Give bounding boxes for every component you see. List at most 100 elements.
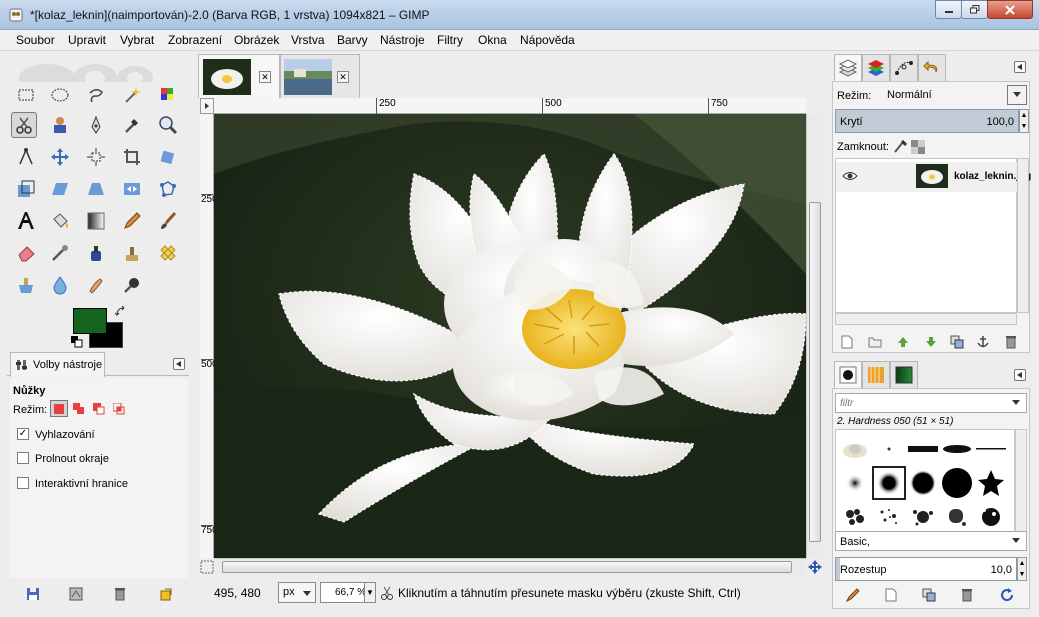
fuzzy-select-tool[interactable] bbox=[119, 82, 145, 108]
tab-gradients[interactable] bbox=[890, 361, 918, 388]
paintbrush-tool[interactable] bbox=[155, 208, 181, 234]
measure-tool[interactable] bbox=[13, 144, 39, 170]
tool-options-menu-button[interactable] bbox=[173, 358, 185, 370]
color-select-tool[interactable] bbox=[155, 82, 181, 108]
quick-mask-icon[interactable] bbox=[200, 560, 214, 574]
anchor-layer-button[interactable] bbox=[975, 334, 991, 350]
image-tab-second[interactable]: ✕ bbox=[280, 54, 360, 98]
menu-okna[interactable]: Okna bbox=[478, 33, 507, 47]
canvas-horizontal-scrollbar[interactable] bbox=[214, 558, 806, 575]
menu-napoveda[interactable]: Nápověda bbox=[520, 33, 575, 47]
menu-vrstva[interactable]: Vrstva bbox=[291, 33, 325, 47]
tab-paths[interactable] bbox=[890, 54, 918, 81]
save-options-button[interactable] bbox=[24, 586, 42, 602]
navigate-button[interactable] bbox=[806, 558, 824, 576]
feather-edges-checkbox[interactable] bbox=[17, 452, 29, 464]
brushes-dock-menu-button[interactable] bbox=[1014, 369, 1026, 381]
mode-subtract-button[interactable] bbox=[90, 400, 108, 417]
menu-barvy[interactable]: Barvy bbox=[337, 33, 368, 47]
scissors-tool[interactable] bbox=[11, 112, 37, 138]
crop-tool[interactable] bbox=[119, 144, 145, 170]
brush-item[interactable] bbox=[838, 432, 872, 466]
blur-tool[interactable] bbox=[47, 272, 73, 298]
spacing-slider[interactable]: Rozestup 10,0 bbox=[835, 557, 1017, 581]
rotate-tool[interactable] bbox=[155, 144, 181, 170]
menu-vybrat[interactable]: Vybrat bbox=[120, 33, 154, 47]
menu-upravit[interactable]: Upravit bbox=[68, 33, 106, 47]
image-tab-kolaz[interactable]: ✕ bbox=[198, 54, 280, 98]
raise-layer-button[interactable] bbox=[895, 334, 911, 350]
close-tab-button[interactable]: ✕ bbox=[259, 71, 271, 83]
brushes-vertical-scrollbar[interactable] bbox=[1015, 429, 1027, 533]
tab-patterns[interactable] bbox=[862, 361, 890, 388]
delete-layer-button[interactable] bbox=[1003, 334, 1019, 350]
opacity-slider[interactable]: Krytí 100,0 bbox=[835, 109, 1019, 133]
move-tool[interactable] bbox=[47, 144, 73, 170]
mode-intersect-button[interactable] bbox=[110, 400, 128, 417]
brush-item[interactable] bbox=[906, 432, 940, 466]
ink-tool[interactable] bbox=[83, 240, 109, 266]
duplicate-layer-button[interactable] bbox=[949, 334, 965, 350]
reset-options-button[interactable] bbox=[157, 586, 175, 602]
horizontal-ruler[interactable]: 250 500 750 bbox=[214, 98, 806, 114]
brush-grid[interactable] bbox=[835, 429, 1015, 533]
menu-obrazek[interactable]: Obrázek bbox=[234, 33, 279, 47]
brush-item[interactable] bbox=[906, 500, 940, 534]
layer-row[interactable]: kolaz_leknin.jpg bbox=[836, 162, 1031, 192]
blend-tool[interactable] bbox=[83, 208, 109, 234]
brush-item[interactable] bbox=[940, 466, 974, 500]
antialiasing-checkbox[interactable]: ✓ bbox=[17, 428, 29, 440]
brush-item[interactable] bbox=[974, 466, 1008, 500]
minimize-button[interactable] bbox=[935, 0, 962, 19]
brush-item[interactable] bbox=[838, 500, 872, 534]
eraser-tool[interactable] bbox=[13, 240, 39, 266]
tab-channels[interactable] bbox=[862, 54, 890, 81]
interactive-boundary-checkbox[interactable] bbox=[17, 477, 29, 489]
zoom-dropdown-button[interactable]: ▼ bbox=[364, 582, 376, 603]
brush-item[interactable] bbox=[872, 500, 906, 534]
edit-brush-button[interactable] bbox=[845, 587, 861, 603]
brush-filter-input[interactable]: filtr bbox=[835, 393, 1027, 413]
brush-item[interactable] bbox=[974, 432, 1008, 466]
brush-item[interactable] bbox=[940, 500, 974, 534]
scale-tool[interactable] bbox=[13, 176, 39, 202]
layers-vertical-scrollbar[interactable] bbox=[1017, 158, 1029, 313]
lower-layer-button[interactable] bbox=[923, 334, 939, 350]
ellipse-select-tool[interactable] bbox=[47, 82, 73, 108]
brush-item-selected[interactable] bbox=[872, 466, 906, 500]
perspective-clone-tool[interactable] bbox=[13, 272, 39, 298]
menu-nastroje[interactable]: Nástroje bbox=[380, 33, 425, 47]
pencil-tool[interactable] bbox=[119, 208, 145, 234]
align-tool[interactable] bbox=[83, 144, 109, 170]
mode-replace-button[interactable] bbox=[50, 400, 68, 417]
perspective-tool[interactable] bbox=[83, 176, 109, 202]
rect-select-tool[interactable] bbox=[13, 82, 39, 108]
tab-tool-options[interactable]: Volby nástroje bbox=[10, 352, 105, 377]
tab-layers[interactable] bbox=[834, 54, 862, 81]
shear-tool[interactable] bbox=[47, 176, 73, 202]
delete-options-button[interactable] bbox=[111, 586, 129, 602]
new-brush-button[interactable] bbox=[883, 587, 899, 603]
scrollbar-thumb[interactable] bbox=[809, 202, 821, 542]
tab-brushes[interactable] bbox=[834, 361, 862, 388]
flip-tool[interactable] bbox=[119, 176, 145, 202]
airbrush-tool[interactable] bbox=[47, 240, 73, 266]
bucket-fill-tool[interactable] bbox=[47, 208, 73, 234]
vertical-ruler[interactable]: 250 500 750 bbox=[200, 114, 218, 558]
mode-add-button[interactable] bbox=[70, 400, 88, 417]
menu-soubor[interactable]: Soubor bbox=[16, 33, 55, 47]
delete-brush-button[interactable] bbox=[959, 587, 975, 603]
new-group-button[interactable] bbox=[867, 334, 883, 350]
layer-mode-dropdown[interactable] bbox=[1007, 85, 1027, 105]
brush-item[interactable] bbox=[906, 466, 940, 500]
smudge-tool[interactable] bbox=[83, 272, 109, 298]
canvas-vertical-scrollbar[interactable] bbox=[806, 114, 823, 558]
close-tab-button[interactable]: ✕ bbox=[337, 71, 349, 83]
close-button[interactable] bbox=[987, 0, 1033, 19]
layers-list[interactable]: kolaz_leknin.jpg bbox=[835, 158, 1031, 313]
text-tool[interactable] bbox=[13, 208, 39, 234]
zoom-tool[interactable] bbox=[155, 112, 181, 138]
brush-preset-select[interactable]: Basic, bbox=[835, 531, 1027, 551]
swap-colors-icon[interactable] bbox=[115, 306, 127, 318]
brush-item[interactable] bbox=[872, 432, 906, 466]
